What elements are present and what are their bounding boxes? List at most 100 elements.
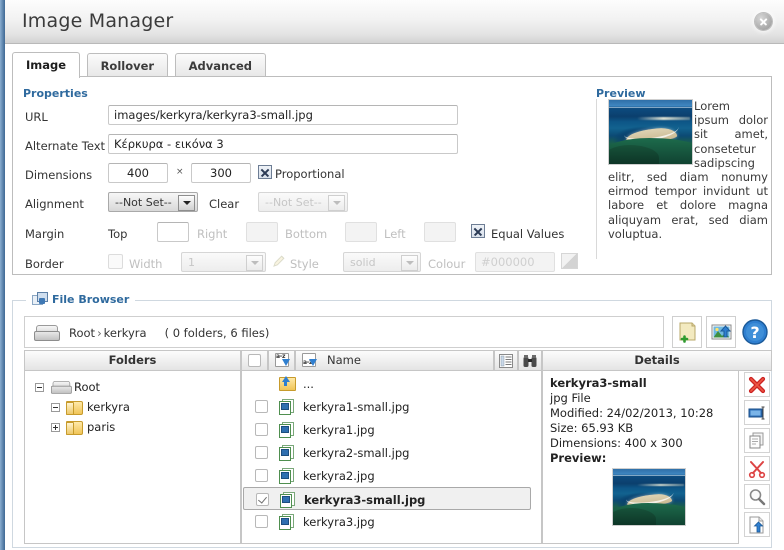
- chevron-down-icon: [401, 255, 418, 271]
- margin-left-input[interactable]: [424, 222, 456, 242]
- alternate-text-input[interactable]: [108, 134, 458, 154]
- insert-file-icon: [749, 516, 764, 534]
- margin-bottom-input[interactable]: [345, 222, 377, 242]
- new-folder-button[interactable]: [672, 316, 702, 348]
- list-item[interactable]: kerkyra3.jpg: [243, 510, 531, 533]
- tab-image[interactable]: Image: [12, 52, 81, 78]
- properties-section-label: Properties: [23, 87, 88, 100]
- sort-asc-header[interactable]: a-z: [268, 350, 295, 371]
- help-button[interactable]: ?: [740, 316, 770, 348]
- file-checkbox[interactable]: [255, 423, 268, 436]
- list-item[interactable]: kerkyra2.jpg: [243, 464, 531, 487]
- margin-top-input[interactable]: [157, 222, 189, 242]
- border-colour-input[interactable]: [475, 252, 555, 272]
- breadcrumb-current[interactable]: kerkyra: [104, 326, 147, 340]
- drive-icon: [34, 325, 60, 341]
- border-width-label: Width: [129, 257, 163, 271]
- select-all-checkbox[interactable]: [248, 354, 261, 367]
- border-enable-checkbox[interactable]: [108, 254, 123, 269]
- search-button[interactable]: [518, 350, 542, 371]
- tab-rollover[interactable]: Rollover: [86, 53, 169, 78]
- details-type: jpg File: [550, 391, 591, 405]
- column-header-folders: Folders: [24, 350, 241, 371]
- breadcrumb-separator: ›: [97, 326, 102, 340]
- rename-icon: [748, 406, 765, 420]
- margin-bottom-label: Bottom: [285, 227, 328, 241]
- expander-minus-icon[interactable]: [51, 403, 60, 412]
- tab-strip: Image Rollover Advanced: [12, 52, 269, 78]
- file-browser-legend: File Browser: [26, 292, 136, 308]
- image-file-icon: [279, 468, 294, 484]
- chevron-down-icon: [178, 195, 195, 211]
- list-view-icon: [499, 354, 513, 368]
- column-header-details: Details: [542, 350, 772, 371]
- image-file-icon: [279, 445, 294, 461]
- file-name: kerkyra1.jpg: [303, 423, 375, 437]
- equal-values-checkbox[interactable]: [471, 224, 485, 238]
- dimensions-height-input[interactable]: [191, 163, 251, 183]
- colour-swatch-button[interactable]: [561, 253, 578, 269]
- tree-item-label: kerkyra: [87, 400, 130, 414]
- expander-minus-icon[interactable]: [35, 383, 44, 392]
- delete-button[interactable]: [744, 372, 770, 397]
- file-checkbox[interactable]: [255, 469, 268, 482]
- proportional-checkbox[interactable]: [258, 165, 272, 179]
- list-item[interactable]: kerkyra1.jpg: [243, 418, 531, 441]
- margin-right-input[interactable]: [246, 222, 278, 242]
- zoom-button[interactable]: [744, 484, 770, 509]
- list-view-button[interactable]: [494, 350, 518, 371]
- border-style-select[interactable]: solid: [343, 252, 421, 272]
- list-item[interactable]: kerkyra1-small.jpg: [243, 395, 531, 418]
- image-manager-dialog: Image Manager Image Rollover Advanced Pr…: [0, 0, 784, 550]
- red-x-icon: [748, 376, 766, 394]
- cut-button[interactable]: [744, 456, 770, 481]
- file-checkbox[interactable]: [256, 493, 269, 506]
- column-header-name[interactable]: a-z Name: [295, 350, 494, 371]
- image-file-icon: [279, 514, 294, 530]
- dimensions-width-input[interactable]: [108, 163, 168, 183]
- file-name: kerkyra3.jpg: [303, 515, 375, 529]
- file-checkbox[interactable]: [255, 446, 268, 459]
- equal-values-label: Equal Values: [491, 227, 565, 241]
- border-label: Border: [25, 257, 64, 271]
- close-icon[interactable]: [755, 13, 772, 30]
- magnifier-icon: [749, 489, 766, 506]
- file-checkbox[interactable]: [255, 515, 268, 528]
- list-item-selected[interactable]: kerkyra3-small.jpg: [243, 487, 531, 510]
- insert-button[interactable]: [744, 512, 770, 537]
- preview-divider: [596, 99, 597, 259]
- svg-text:?: ?: [750, 323, 759, 342]
- file-list-pane: ... kerkyra1-small.jpg kerkyra1.jpg kerk…: [241, 371, 542, 544]
- new-folder-icon: [679, 322, 696, 343]
- expander-plus-icon[interactable]: [51, 423, 60, 432]
- image-file-icon: [279, 422, 294, 438]
- copy-button[interactable]: [744, 428, 770, 453]
- alternate-text-label: Alternate Text: [25, 139, 106, 153]
- drive-icon: [51, 381, 72, 394]
- border-colour-label: Colour: [428, 257, 466, 271]
- file-checkbox[interactable]: [255, 400, 268, 413]
- border-width-select[interactable]: 1: [181, 252, 266, 272]
- file-browser-legend-text: File Browser: [52, 293, 130, 306]
- breadcrumb: Root › kerkyra ( 0 folders, 6 files): [69, 326, 269, 340]
- clear-select-value: --Not Set--: [265, 196, 322, 209]
- clear-select[interactable]: --Not Set--: [258, 192, 348, 212]
- border-style-value: solid: [350, 256, 376, 269]
- alignment-select[interactable]: --Not Set--: [108, 192, 198, 212]
- alignment-label: Alignment: [25, 197, 84, 211]
- tree-item-label: Root: [74, 380, 101, 394]
- rename-button[interactable]: [744, 400, 770, 425]
- breadcrumb-root[interactable]: Root: [69, 326, 95, 340]
- binoculars-icon: [523, 355, 537, 367]
- image-file-icon: [279, 399, 294, 415]
- upload-button[interactable]: [706, 316, 736, 348]
- tab-advanced[interactable]: Advanced: [174, 53, 267, 78]
- folder-icon: [66, 420, 83, 435]
- url-input[interactable]: [108, 105, 458, 125]
- chevron-down-icon: [328, 195, 345, 211]
- margin-label: Margin: [25, 227, 65, 241]
- list-item[interactable]: kerkyra2-small.jpg: [243, 441, 531, 464]
- sort-az-icon: a-z: [274, 353, 290, 369]
- margin-right-label: Right: [197, 227, 228, 241]
- list-item[interactable]: ...: [243, 372, 531, 395]
